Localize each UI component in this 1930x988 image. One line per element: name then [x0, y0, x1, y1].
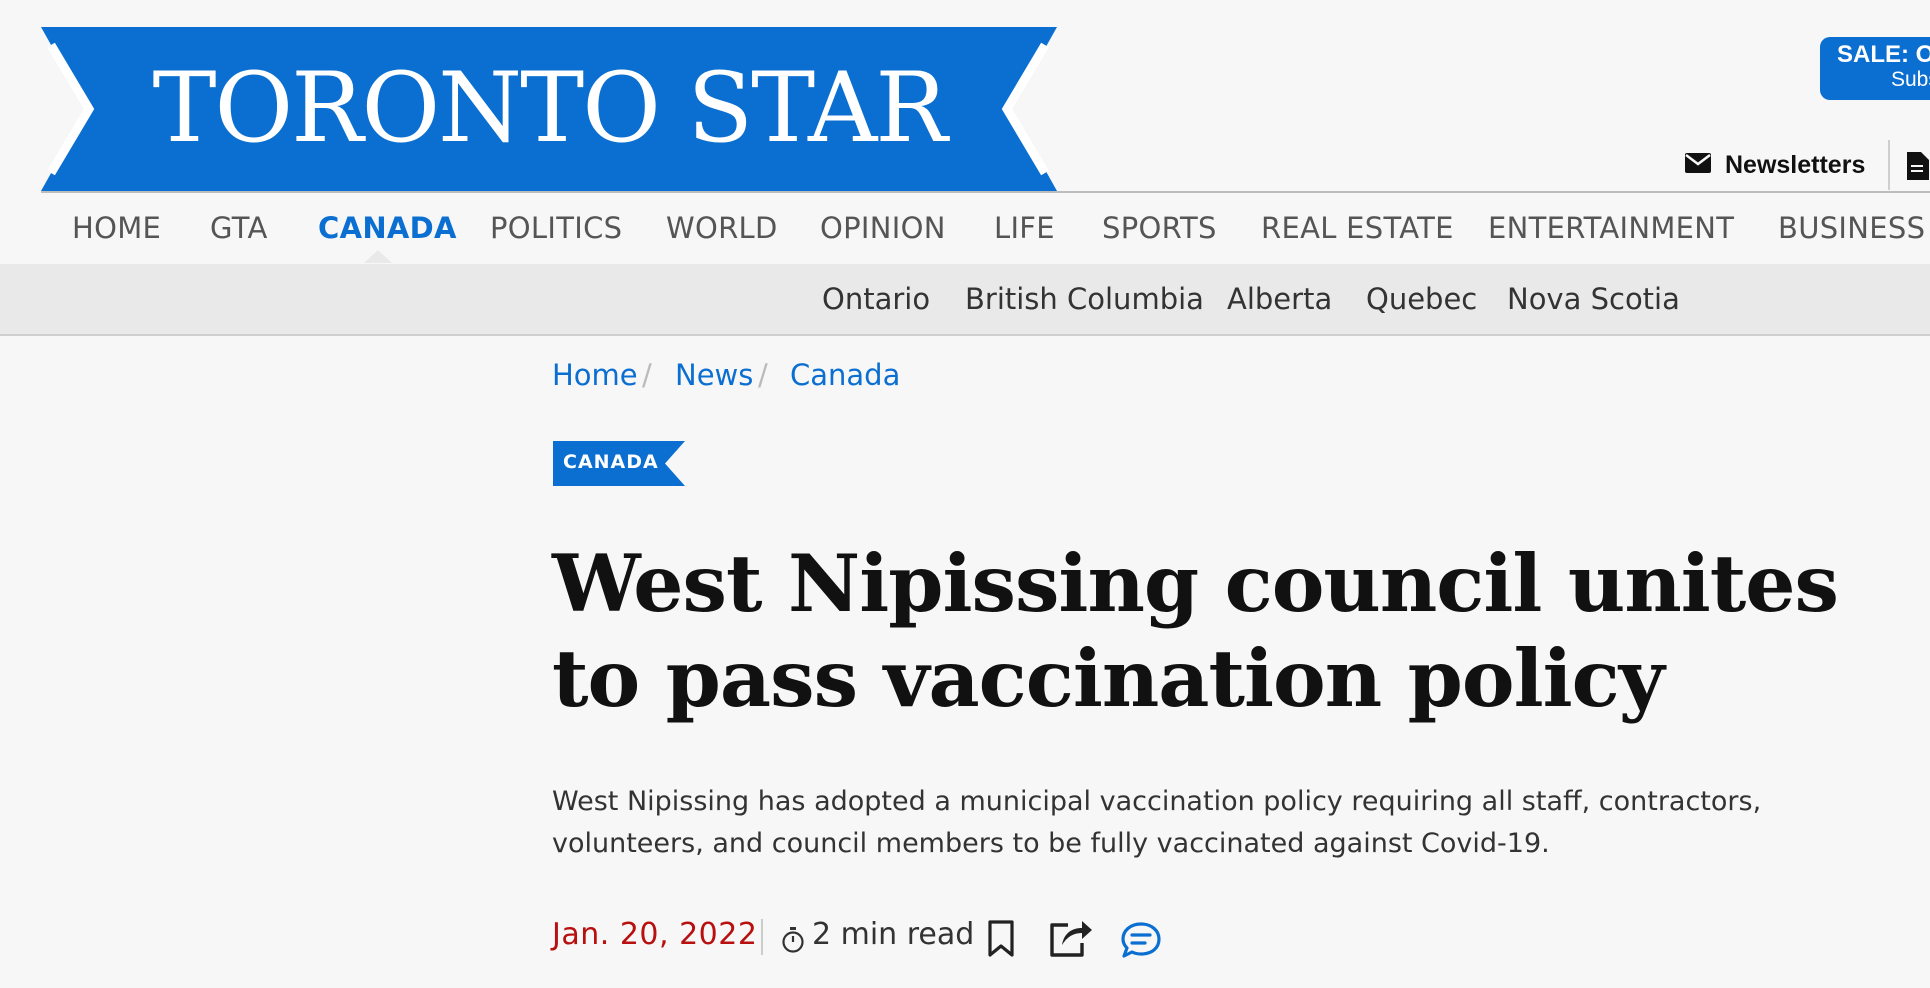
subnav-item-ontario[interactable]: Ontario [822, 282, 930, 316]
logo-wordmark: TORONTO STAR [152, 52, 950, 164]
stopwatch-icon [781, 927, 805, 957]
comment-icon[interactable] [1120, 921, 1162, 965]
section-tag-label: CANADA [563, 451, 659, 473]
active-nav-caret [364, 250, 392, 263]
nav-item-gta[interactable]: GTA [210, 211, 268, 245]
nav-item-home[interactable]: HOME [72, 211, 161, 245]
subnav-item-quebec[interactable]: Quebec [1366, 282, 1477, 316]
nav-item-world[interactable]: WORLD [666, 211, 778, 245]
nav-item-real-estate[interactable]: REAL ESTATE [1261, 211, 1454, 245]
breadcrumb-home[interactable]: Home [552, 358, 638, 392]
breadcrumb-separator: / [642, 358, 652, 392]
newsletters-link[interactable]: Newsletters [1685, 147, 1865, 183]
breadcrumb-separator: / [758, 358, 768, 392]
newsletters-label: Newsletters [1725, 150, 1866, 179]
primary-nav: HOME GTA CANADA POLITICS WORLD OPINION L… [0, 193, 1930, 263]
publish-date: Jan. 20, 2022 [552, 917, 758, 952]
subscribe-sale-button[interactable]: SALE: Or Subs [1820, 37, 1930, 100]
nav-item-sports[interactable]: SPORTS [1102, 211, 1217, 245]
toronto-star-logo[interactable]: TORONTO STAR [41, 27, 1057, 191]
nav-item-politics[interactable]: POLITICS [490, 211, 622, 245]
envelope-icon [1685, 151, 1711, 180]
article-summary: West Nipissing has adopted a municipal v… [552, 786, 1762, 859]
breadcrumb-news[interactable]: News [675, 358, 753, 392]
nav-item-opinion[interactable]: OPINION [820, 211, 946, 245]
article-meta: Jan. 20, 2022 2 min read [552, 915, 1752, 965]
nav-item-entertainment[interactable]: ENTERTAINMENT [1488, 211, 1734, 245]
subnav-item-alberta[interactable]: Alberta [1227, 282, 1332, 316]
subscribe-text: Subs [1891, 68, 1930, 91]
nav-item-canada[interactable]: CANADA [318, 211, 457, 245]
read-time: 2 min read [812, 917, 975, 952]
header-divider [1888, 140, 1890, 190]
bookmark-icon[interactable] [987, 920, 1015, 962]
article-headline: West Nipissing council unites to pass va… [552, 537, 1839, 725]
meta-divider [761, 919, 763, 955]
share-icon[interactable] [1048, 915, 1094, 963]
section-tag[interactable]: CANADA [553, 441, 685, 490]
section-subnav: Ontario British Columbia Alberta Quebec … [0, 264, 1930, 336]
subnav-item-nova-scotia[interactable]: Nova Scotia [1507, 282, 1680, 316]
document-icon[interactable] [1907, 152, 1929, 184]
nav-item-life[interactable]: LIFE [994, 211, 1055, 245]
breadcrumb-canada[interactable]: Canada [790, 358, 900, 392]
nav-item-business[interactable]: BUSINESS [1778, 211, 1925, 245]
subnav-item-british-columbia[interactable]: British Columbia [965, 282, 1204, 316]
sale-text: SALE: Or [1837, 41, 1930, 68]
